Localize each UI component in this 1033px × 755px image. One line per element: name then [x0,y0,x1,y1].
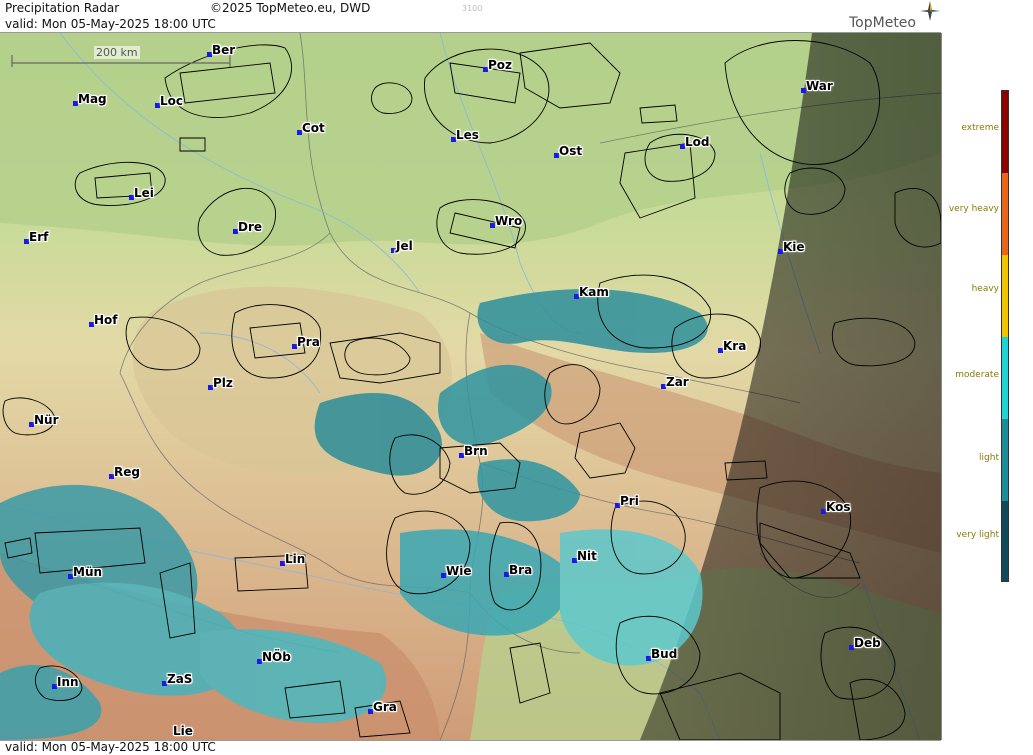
city-label: Jel [396,239,413,253]
legend-label-very-heavy: very heavy [948,204,999,214]
scale-label: 200 km [94,46,140,59]
city-label: Hof [94,313,118,327]
legend-label-light: light [979,453,999,463]
city-label: Bra [509,563,533,577]
city-label: Gra [373,700,397,714]
city-label: Plz [213,376,233,390]
city-label: Loc [160,94,184,108]
city-label: Wie [446,564,472,578]
copyright-text: ©2025 TopMeteo.eu, DWD [210,1,371,15]
city-label: Lin [285,552,306,566]
radar-map[interactable]: 200 km Ber Poz War Mag Loc Cot Les Lod O… [0,33,942,740]
city-label: War [806,79,833,93]
city-label: Lie [173,724,193,738]
legend-swatch-moderate [1002,337,1008,419]
city-label: Zar [666,375,689,389]
city-label: Bud [651,647,678,661]
legend-swatch-extreme [1002,91,1008,173]
legend-label-very-light: very light [956,530,999,540]
compass-logo-icon [920,1,940,21]
legend-swatch-very-light [1002,501,1008,581]
legend-swatch-heavy [1002,255,1008,337]
city-label: Kos [826,500,851,514]
legend-label-moderate: moderate [955,370,999,380]
valid-time: valid: Mon 05-May-2025 18:00 UTC [5,17,216,31]
city-label: ZaS [167,672,193,686]
map-header: Precipitation Radar ©2025 TopMeteo.eu, D… [0,0,941,33]
city-label: Dre [238,220,263,234]
city-label: Wro [495,214,523,228]
city-label: Lod [685,135,710,149]
city-label: Kam [579,285,609,299]
footer-valid-time: valid: Mon 05-May-2025 18:00 UTC [5,740,216,754]
legend-swatch-very-heavy [1002,173,1008,255]
city-label: Brn [464,444,488,458]
city-label: Ber [212,43,236,57]
city-label: Deb [854,636,881,650]
city-label: Mag [78,92,107,106]
city-label: Ost [559,144,583,158]
legend-label-heavy: heavy [971,284,999,294]
city-label: Nür [34,413,59,427]
city-label: Cot [302,121,325,135]
legend-swatch-light [1002,419,1008,501]
city-label: Inn [57,675,79,689]
legend-label-extreme: extreme [961,123,999,133]
city-label: Erf [29,230,49,244]
topmeteo-logo: TopMeteo [849,15,916,31]
city-label: Mün [73,565,103,579]
city-label: Kra [723,339,747,353]
city-label: Reg [114,465,140,479]
legend-color-bar [1001,90,1009,582]
precipitation-legend: extreme very heavy heavy moderate light … [942,0,1033,754]
city-label: Lei [134,186,154,200]
product-code: 3100 [462,4,483,13]
city-label: Les [456,128,479,142]
map-footer: valid: Mon 05-May-2025 18:00 UTC [0,740,941,755]
product-title: Precipitation Radar [5,1,120,15]
city-label: Pra [297,335,320,349]
city-label: Pri [620,494,639,508]
city-label: Nit [577,549,597,563]
city-label: NÖb [262,650,291,664]
city-label: Poz [488,58,513,72]
city-label: Kie [783,240,805,254]
